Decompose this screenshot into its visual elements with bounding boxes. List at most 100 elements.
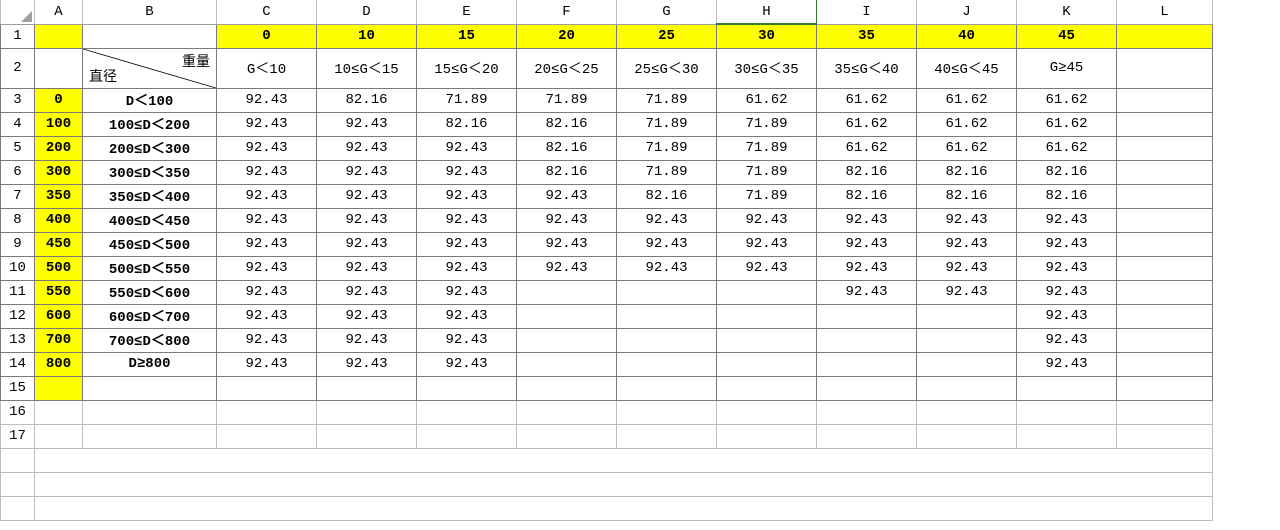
row-header-4[interactable]: 4: [1, 112, 35, 136]
cell-I4[interactable]: 61.62: [817, 112, 917, 136]
cell-G5[interactable]: 71.89: [617, 136, 717, 160]
row-header-12[interactable]: 12: [1, 304, 35, 328]
cell-K7[interactable]: 82.16: [1017, 184, 1117, 208]
cell-H12[interactable]: [717, 304, 817, 328]
cell-D5[interactable]: 92.43: [317, 136, 417, 160]
cell-J4[interactable]: 61.62: [917, 112, 1017, 136]
cell-I9[interactable]: 92.43: [817, 232, 917, 256]
cell-J1[interactable]: 40: [917, 24, 1017, 48]
cell-J8[interactable]: 92.43: [917, 208, 1017, 232]
cell-D3[interactable]: 82.16: [317, 88, 417, 112]
cell-G3[interactable]: 71.89: [617, 88, 717, 112]
cell-L13[interactable]: [1117, 328, 1213, 352]
row-7[interactable]: 7350350≤D＜40092.4392.4392.4392.4382.1671…: [1, 184, 1213, 208]
cell-I11[interactable]: 92.43: [817, 280, 917, 304]
cell-E7[interactable]: 92.43: [417, 184, 517, 208]
cell-C15[interactable]: [217, 376, 317, 400]
cell-J9[interactable]: 92.43: [917, 232, 1017, 256]
column-header-row[interactable]: A B C D E F G H I J K L: [1, 0, 1213, 24]
cell-E6[interactable]: 92.43: [417, 160, 517, 184]
cell-D12[interactable]: 92.43: [317, 304, 417, 328]
cell-H11[interactable]: [717, 280, 817, 304]
cell-A9[interactable]: 450: [35, 232, 83, 256]
cell-J15[interactable]: [917, 376, 1017, 400]
row-header-6[interactable]: 6: [1, 160, 35, 184]
row-header-7[interactable]: 7: [1, 184, 35, 208]
cell-C2[interactable]: G＜10: [217, 48, 317, 88]
row-header-1[interactable]: 1: [1, 24, 35, 48]
cell-A14[interactable]: 800: [35, 352, 83, 376]
cell-H8[interactable]: 92.43: [717, 208, 817, 232]
cell-D13[interactable]: 92.43: [317, 328, 417, 352]
cell-A2[interactable]: [35, 48, 83, 88]
cell-G4[interactable]: 71.89: [617, 112, 717, 136]
cell-G15[interactable]: [617, 376, 717, 400]
cell-C4[interactable]: 92.43: [217, 112, 317, 136]
cell-J3[interactable]: 61.62: [917, 88, 1017, 112]
cell-J2[interactable]: 40≤G＜45: [917, 48, 1017, 88]
col-header-A[interactable]: A: [35, 0, 83, 24]
cell-A6[interactable]: 300: [35, 160, 83, 184]
cell-D4[interactable]: 92.43: [317, 112, 417, 136]
cell-F9[interactable]: 92.43: [517, 232, 617, 256]
col-header-B[interactable]: B: [83, 0, 217, 24]
cell-E1[interactable]: 15: [417, 24, 517, 48]
cell-E15[interactable]: [417, 376, 517, 400]
row-1[interactable]: 1 0 10 15 20 25 30 35 40 45: [1, 24, 1213, 48]
cell-K15[interactable]: [1017, 376, 1117, 400]
cell-I10[interactable]: 92.43: [817, 256, 917, 280]
cell-B9[interactable]: 450≤D＜500: [83, 232, 217, 256]
cell-H10[interactable]: 92.43: [717, 256, 817, 280]
col-header-D[interactable]: D: [317, 0, 417, 24]
row-header-17[interactable]: 17: [1, 424, 35, 448]
row-12[interactable]: 12600600≤D＜70092.4392.4392.4392.43: [1, 304, 1213, 328]
cell-L8[interactable]: [1117, 208, 1213, 232]
cell-L9[interactable]: [1117, 232, 1213, 256]
cell-K3[interactable]: 61.62: [1017, 88, 1117, 112]
cell-K12[interactable]: 92.43: [1017, 304, 1117, 328]
cell-G10[interactable]: 92.43: [617, 256, 717, 280]
cell-L14[interactable]: [1117, 352, 1213, 376]
row-3[interactable]: 30D＜10092.4382.1671.8971.8971.8961.6261.…: [1, 88, 1213, 112]
cell-A3[interactable]: 0: [35, 88, 83, 112]
cell-C14[interactable]: 92.43: [217, 352, 317, 376]
cell-D1[interactable]: 10: [317, 24, 417, 48]
row-2[interactable]: 2 重量 直径 G＜10 10≤G＜15 15≤G＜20 20≤G＜25 25≤…: [1, 48, 1213, 88]
cell-L11[interactable]: [1117, 280, 1213, 304]
cell-H15[interactable]: [717, 376, 817, 400]
cell-I12[interactable]: [817, 304, 917, 328]
cell-G2[interactable]: 25≤G＜30: [617, 48, 717, 88]
cell-G7[interactable]: 82.16: [617, 184, 717, 208]
cell-C13[interactable]: 92.43: [217, 328, 317, 352]
cell-B12[interactable]: 600≤D＜700: [83, 304, 217, 328]
cell-K9[interactable]: 92.43: [1017, 232, 1117, 256]
cell-B4[interactable]: 100≤D＜200: [83, 112, 217, 136]
cell-A8[interactable]: 400: [35, 208, 83, 232]
col-header-L[interactable]: L: [1117, 0, 1213, 24]
cell-L12[interactable]: [1117, 304, 1213, 328]
cell-J5[interactable]: 61.62: [917, 136, 1017, 160]
cell-K4[interactable]: 61.62: [1017, 112, 1117, 136]
cell-K14[interactable]: 92.43: [1017, 352, 1117, 376]
cell-E12[interactable]: 92.43: [417, 304, 517, 328]
cell-K6[interactable]: 82.16: [1017, 160, 1117, 184]
cell-E4[interactable]: 82.16: [417, 112, 517, 136]
cell-D2[interactable]: 10≤G＜15: [317, 48, 417, 88]
col-header-I[interactable]: I: [817, 0, 917, 24]
cell-A15[interactable]: [35, 376, 83, 400]
row-4[interactable]: 4100100≤D＜20092.4392.4382.1682.1671.8971…: [1, 112, 1213, 136]
cell-L10[interactable]: [1117, 256, 1213, 280]
cell-C12[interactable]: 92.43: [217, 304, 317, 328]
cell-E11[interactable]: 92.43: [417, 280, 517, 304]
cell-I15[interactable]: [817, 376, 917, 400]
cell-B10[interactable]: 500≤D＜550: [83, 256, 217, 280]
row-header-15[interactable]: 15: [1, 376, 35, 400]
cell-F13[interactable]: [517, 328, 617, 352]
cell-E13[interactable]: 92.43: [417, 328, 517, 352]
row-header-11[interactable]: 11: [1, 280, 35, 304]
cell-F10[interactable]: 92.43: [517, 256, 617, 280]
cell-D14[interactable]: 92.43: [317, 352, 417, 376]
cell-H13[interactable]: [717, 328, 817, 352]
cell-I3[interactable]: 61.62: [817, 88, 917, 112]
cell-K11[interactable]: 92.43: [1017, 280, 1117, 304]
